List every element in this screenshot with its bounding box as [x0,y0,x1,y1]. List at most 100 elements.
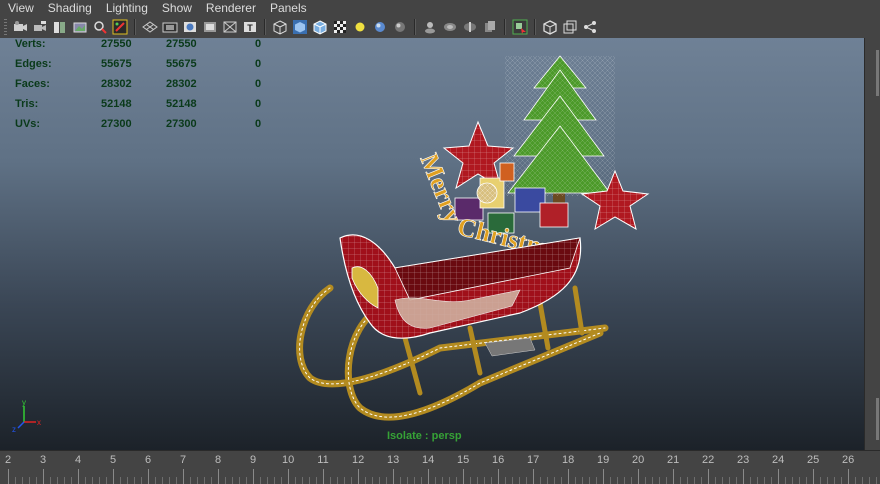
node-share-icon[interactable] [581,18,599,36]
resolution-gate-icon[interactable] [181,18,199,36]
frame-number: 15 [457,454,470,466]
frame-number: 7 [179,454,187,466]
toolbar-grip[interactable] [4,19,7,35]
field-chart-icon[interactable] [221,18,239,36]
major-tick [568,469,569,484]
major-tick [848,469,849,484]
toolbar-divider [134,19,136,35]
major-tick [603,469,604,484]
major-tick [8,469,9,484]
camera-icon[interactable] [11,18,29,36]
film-gate-icon[interactable] [161,18,179,36]
wireframe-icon[interactable] [271,18,289,36]
major-tick [113,469,114,484]
frame-number: 11 [317,454,329,466]
major-tick [253,469,254,484]
grid-icon[interactable] [141,18,159,36]
use-all-lights-icon[interactable] [351,18,369,36]
frame-number: 23 [737,454,750,466]
ambient-occlusion-icon[interactable] [391,18,409,36]
major-tick [78,469,79,484]
side-strip-segment [876,50,879,96]
frame-number: 18 [562,454,575,466]
frame-number: 22 [702,454,715,466]
frame-number: 16 [492,454,505,466]
safe-title-icon[interactable]: T [241,18,259,36]
christmas-tree [505,55,615,208]
frame-number: 13 [387,454,400,466]
xray-active-icon[interactable] [481,18,499,36]
viewport-side-strip [864,38,880,450]
frame-number: 12 [352,454,365,466]
svg-text:x: x [37,418,41,427]
menu-bar: View Shading Lighting Show Renderer Pane… [0,0,880,16]
xray-joints-icon[interactable] [461,18,479,36]
frame-number: 20 [632,454,645,466]
grease-pencil-icon[interactable] [111,18,129,36]
menu-panels[interactable]: Panels [263,0,314,16]
toolbar-divider [264,19,266,35]
camera-attributes-icon[interactable] [31,18,49,36]
svg-text:y: y [22,398,26,407]
major-tick [393,469,394,484]
frame-number: 10 [282,454,295,466]
frame-number: 9 [249,454,257,466]
frame-number: 8 [214,454,222,466]
frame-number: 17 [527,454,540,466]
frame-number: 2 [4,454,12,466]
toolbar-divider [414,19,416,35]
major-tick [463,469,464,484]
svg-text:T: T [247,23,253,33]
major-tick [358,469,359,484]
playblast-icon[interactable] [511,18,529,36]
xray-icon[interactable] [441,18,459,36]
frame-number: 19 [597,454,610,466]
menu-lighting[interactable]: Lighting [99,0,155,16]
menu-renderer[interactable]: Renderer [199,0,263,16]
wireframe-on-shaded-icon[interactable] [311,18,329,36]
perspective-viewport[interactable]: Merry Christmas! Verts: 27550 27550 0 Ed… [0,38,864,450]
major-tick [288,469,289,484]
nested-windows-icon[interactable] [561,18,579,36]
ornament [476,182,498,204]
frame-number: 26 [842,454,855,466]
major-tick [428,469,429,484]
frame-number: 14 [422,454,435,466]
major-tick [498,469,499,484]
open-bracket-icon[interactable] [541,18,559,36]
major-tick [43,469,44,484]
side-strip-segment [876,398,879,440]
frame-number: 4 [74,454,82,466]
smooth-shade-icon[interactable] [291,18,309,36]
image-plane-icon[interactable] [71,18,89,36]
isolate-label: Isolate : persp [387,430,462,442]
time-slider[interactable]: 2 3 4 5 6 7 8 9 10 11 12 13 14 15 16 17 18 19 20 21 22 23 24 25… [0,450,880,484]
gate-mask-icon[interactable] [201,18,219,36]
major-tick [708,469,709,484]
major-tick [183,469,184,484]
menu-shading[interactable]: Shading [41,0,99,16]
major-tick [673,469,674,484]
frame-number: 24 [772,454,785,466]
bookmark-icon[interactable] [51,18,69,36]
menu-view[interactable]: View [0,0,41,16]
isolate-select-icon[interactable] [421,18,439,36]
major-tick [638,469,639,484]
major-tick [778,469,779,484]
frame-number: 6 [144,454,152,466]
svg-text:z: z [12,425,16,434]
frame-number: 5 [109,454,117,466]
major-tick [323,469,324,484]
2d-pan-zoom-icon[interactable] [91,18,109,36]
major-tick [218,469,219,484]
shadows-icon[interactable] [371,18,389,36]
major-tick [743,469,744,484]
frame-number: 3 [39,454,47,466]
panel-toolbar: T [0,16,880,39]
toolbar-divider [534,19,536,35]
textured-icon[interactable] [331,18,349,36]
major-tick [148,469,149,484]
menu-show[interactable]: Show [155,0,199,16]
toolbar-divider [504,19,506,35]
major-tick [533,469,534,484]
